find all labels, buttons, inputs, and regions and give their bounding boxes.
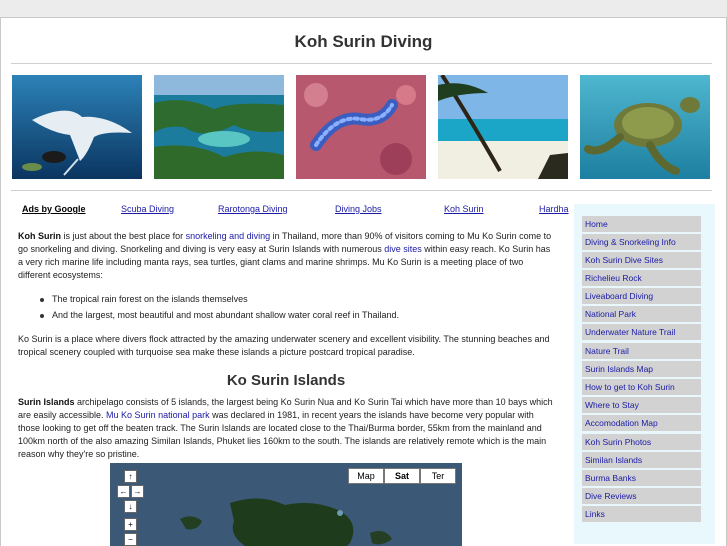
list-item: The tropical rain forest on the islands … (18, 293, 554, 306)
sidebar-item-underwater-nature-trail[interactable]: Underwater Nature Trail (582, 324, 701, 340)
islands-paragraph: Surin Islands archipelago consists of 5 … (18, 396, 554, 461)
header-divider (11, 63, 712, 64)
national-park-link[interactable]: Mu Ko Surin national park (106, 410, 210, 420)
sidebar-item-national-park[interactable]: National Park (582, 306, 701, 322)
sidebar-item-liveaboard-diving[interactable]: Liveaboard Diving (582, 288, 701, 304)
photo-strip (12, 75, 712, 181)
map-pan-up-button[interactable]: ↑ (124, 470, 137, 483)
section-title: Ko Surin Islands (226, 372, 346, 389)
map-zoom-out-button[interactable]: − (124, 533, 137, 546)
sidebar-item-diving-snorkeling-info[interactable]: Diving & Snorkeling Info (582, 234, 701, 250)
site-title: Koh Surin Diving (294, 32, 433, 51)
sidebar-item-how-to-get[interactable]: How to get to Koh Surin (582, 379, 701, 395)
map-type-map-button[interactable]: Map (348, 468, 384, 484)
intro-text-1: is just about the best place for (61, 231, 186, 241)
sidebar-item-where-to-stay[interactable]: Where to Stay (582, 397, 701, 413)
page: Koh Surin Diving Ads by Google Scuba Div… (0, 17, 727, 546)
map-widget[interactable]: ↑ ← → ↓ + − Map Sat Ter (110, 463, 462, 546)
sea-turtle-photo[interactable] (580, 75, 710, 179)
sidebar-item-richelieu-rock[interactable]: Richelieu Rock (582, 270, 701, 286)
sidebar-nav: Home Diving & Snorkeling Info Koh Surin … (574, 204, 715, 544)
sidebar-item-nature-trail[interactable]: Nature Trail (582, 343, 701, 359)
sidebar-item-similan-islands[interactable]: Similan Islands (582, 452, 701, 468)
intro-bold: Koh Surin (18, 231, 61, 241)
ads-by-google-label[interactable]: Ads by Google (22, 204, 86, 214)
beach-palm-photo[interactable] (438, 75, 568, 179)
sidebar-item-links[interactable]: Links (582, 506, 701, 522)
snorkeling-diving-link[interactable]: snorkeling and diving (186, 231, 271, 241)
attraction-paragraph: Ko Surin is a place where divers flock a… (18, 334, 550, 357)
intro-paragraph: Koh Surin is just about the best place f… (18, 230, 554, 282)
map-type-sat-button[interactable]: Sat (384, 468, 420, 484)
island-aerial-photo[interactable] (154, 75, 284, 179)
manta-ray-photo[interactable] (12, 75, 142, 179)
ad-link-diving-jobs[interactable]: Diving Jobs (335, 204, 382, 214)
map-pan-left-button[interactable]: ← (117, 485, 130, 498)
ad-link-hardha[interactable]: Hardha (539, 204, 569, 214)
list-item: And the largest, most beautiful and most… (18, 309, 554, 322)
sidebar-item-surin-islands-map[interactable]: Surin Islands Map (582, 361, 701, 377)
ad-bar: Ads by Google Scuba Diving Rarotonga Div… (1, 204, 576, 220)
map-pan-down-button[interactable]: ↓ (124, 500, 137, 513)
sidebar-item-burma-banks[interactable]: Burma Banks (582, 470, 701, 486)
sidebar-item-dive-reviews[interactable]: Dive Reviews (582, 488, 701, 504)
ad-link-scuba-diving[interactable]: Scuba Diving (121, 204, 174, 214)
sidebar-item-photos[interactable]: Koh Surin Photos (582, 434, 701, 450)
sidebar-item-dive-sites[interactable]: Koh Surin Dive Sites (582, 252, 701, 268)
sidebar-item-home[interactable]: Home (582, 216, 701, 232)
map-zoom-in-button[interactable]: + (124, 518, 137, 531)
photo-divider (11, 190, 712, 191)
main-content: Koh Surin is just about the best place f… (18, 230, 554, 461)
sidebar-item-accomodation-map[interactable]: Accomodation Map (582, 415, 701, 431)
dive-sites-link[interactable]: dive sites (384, 244, 422, 254)
map-pan-right-button[interactable]: → (131, 485, 144, 498)
islands-bold: Surin Islands (18, 397, 75, 407)
ad-link-koh-surin[interactable]: Koh Surin (444, 204, 484, 214)
ad-link-rarotonga-diving[interactable]: Rarotonga Diving (218, 204, 288, 214)
map-type-ter-button[interactable]: Ter (420, 468, 456, 484)
nudibranch-photo[interactable] (296, 75, 426, 179)
ecosystem-list: The tropical rain forest on the islands … (18, 293, 554, 322)
